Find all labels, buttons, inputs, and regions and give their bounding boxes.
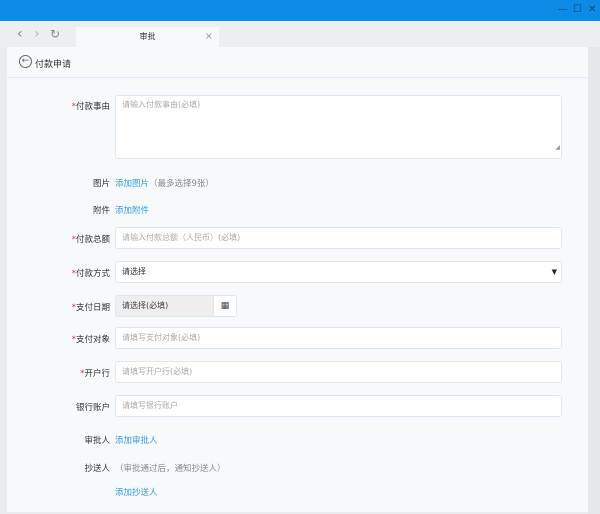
tab-approval[interactable]: 审批 × (76, 27, 219, 47)
account-input[interactable]: 请填写银行账户 (115, 395, 562, 417)
maximize-button[interactable]: ☐ (573, 4, 582, 16)
bank-label: *开户行 (80, 369, 110, 379)
resize-handle-icon[interactable]: ◢ (555, 139, 560, 157)
title-bar: — ☐ ✕ (0, 0, 600, 21)
tab-title: 审批 (139, 32, 156, 41)
minimize-button[interactable]: — (558, 4, 568, 16)
cc-hint: （审批通过后，通知抄送人） (115, 464, 226, 474)
amount-input[interactable]: 请输入付款总额（人民币）(必填) (115, 227, 562, 249)
bank-input[interactable]: 请填写开户行(必填) (115, 361, 562, 383)
payee-label: *支付对象 (71, 335, 110, 345)
date-label: *支付日期 (71, 303, 110, 313)
page-header: ← 付款申请 (7, 47, 588, 78)
add-approver-link[interactable]: 添加审批人 (115, 434, 158, 446)
scrollbar[interactable] (588, 47, 600, 514)
page-title: 付款申请 (35, 60, 72, 70)
back-nav-icon[interactable]: ‹ (17, 26, 23, 42)
payment-date-input[interactable]: 请选择(必填) ▦ (115, 295, 237, 317)
forward-nav-icon[interactable]: › (34, 26, 40, 42)
reason-label: *付款事由 (71, 102, 110, 112)
method-label: *付款方式 (71, 269, 110, 279)
payment-method-select[interactable]: 请选择 ▼ (115, 261, 562, 283)
cc-label: 抄送人 (84, 464, 110, 474)
reload-icon[interactable]: ↻ (50, 26, 60, 42)
tab-close-icon[interactable]: × (205, 27, 213, 47)
reason-textarea[interactable]: 请输入付款事由(必填) ◢ (115, 95, 562, 159)
approver-label: 审批人 (84, 436, 110, 446)
form-page: ← 付款申请 *付款事由 请输入付款事由(必填) ◢ 图片 添加图片（最多选择9张… (7, 47, 588, 512)
add-cc-link[interactable]: 添加抄送人 (115, 486, 158, 498)
add-attachments-link[interactable]: 添加附件 (115, 204, 149, 216)
attachments-label: 附件 (92, 206, 110, 216)
payee-input[interactable]: 请填写支付对象(必填) (115, 327, 562, 349)
calendar-icon[interactable]: ▦ (213, 296, 236, 316)
dropdown-arrow-icon: ▼ (551, 268, 557, 276)
images-label: 图片 (92, 179, 110, 189)
close-window-button[interactable]: ✕ (588, 4, 596, 16)
amount-label: *付款总额 (71, 235, 110, 245)
add-images-link[interactable]: 添加图片（最多选择9张） (115, 177, 214, 189)
tab-bar: ‹ › ↻ 审批 × (0, 21, 600, 47)
account-label: 银行账户 (75, 403, 110, 413)
arrow-left-circle-icon[interactable]: ← (19, 55, 32, 68)
